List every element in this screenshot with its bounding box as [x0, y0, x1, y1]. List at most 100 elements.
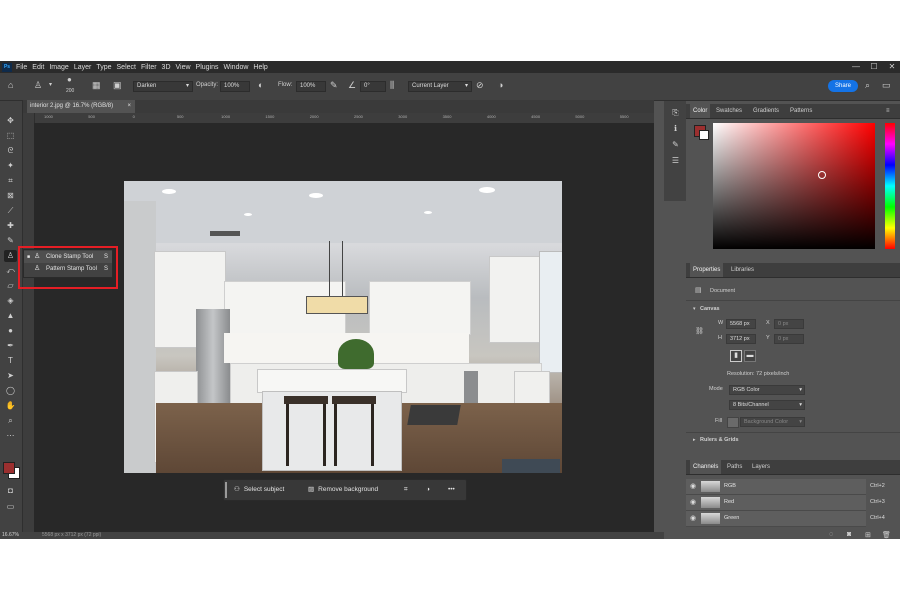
hue-slider[interactable] [885, 123, 895, 249]
maximize-button[interactable]: ☐ [866, 61, 882, 73]
chevron-down-icon[interactable]: ▾ [693, 306, 696, 312]
clone-stamp-tool-icon[interactable]: ♙ [4, 250, 17, 262]
channel-row-red[interactable]: ◉ Red Ctrl+3 [686, 495, 885, 511]
magic-wand-tool-icon[interactable]: ✦ [4, 160, 17, 172]
tab-patterns[interactable]: Patterns [790, 104, 812, 118]
tab-swatches[interactable]: Swatches [716, 104, 742, 118]
load-selection-icon[interactable]: ◌ [829, 531, 833, 538]
tab-layers[interactable]: Layers [752, 460, 770, 474]
marquee-tool-icon[interactable]: ⬚ [4, 130, 17, 142]
flow-field[interactable]: 100% [296, 81, 326, 92]
fill-color-swatch[interactable] [727, 417, 739, 428]
transform-icon[interactable]: ⌗ [404, 484, 414, 495]
select-subject-button[interactable]: ⚇ Select subject [234, 484, 298, 495]
menu-filter[interactable]: Filter [141, 64, 157, 71]
workspace-icon[interactable]: ▭ [882, 80, 891, 90]
color-mode-select[interactable]: RGB Color ▾ [729, 385, 805, 395]
width-field[interactable]: 5568 px [726, 319, 756, 329]
opacity-field[interactable]: 100% [220, 81, 250, 92]
channel-row-rgb[interactable]: ◉ RGB Ctrl+2 [686, 479, 885, 495]
tab-libraries[interactable]: Libraries [731, 263, 754, 277]
menu-window[interactable]: Window [224, 64, 249, 71]
background-swatch[interactable] [699, 130, 709, 140]
portrait-orientation-icon[interactable]: ▮ [730, 350, 742, 362]
pen-tool-icon[interactable]: ✒ [4, 340, 17, 352]
eye-icon[interactable]: ◉ [690, 514, 696, 522]
history-panel-icon[interactable]: ⎘ [669, 107, 682, 119]
healing-brush-tool-icon[interactable]: ✚ [4, 220, 17, 232]
link-icon[interactable]: ⛓ [695, 327, 704, 335]
airbrush-icon[interactable]: ✎ [330, 80, 338, 90]
clone-source-icon[interactable]: ▣ [113, 80, 122, 90]
close-window-button[interactable]: ✕ [884, 61, 900, 73]
search-icon[interactable]: ⌕ [865, 80, 870, 90]
paint-bucket-tool-icon[interactable]: ◈ [4, 295, 17, 307]
chevron-down-icon[interactable]: ▾ [49, 80, 52, 90]
properties-panel-icon[interactable]: ℹ [669, 123, 682, 135]
channel-row-green[interactable]: ◉ Green Ctrl+4 [686, 511, 885, 527]
brush-tool-icon[interactable]: ✎ [4, 235, 17, 247]
landscape-orientation-icon[interactable]: ▬ [744, 350, 756, 362]
adjustment-icon[interactable]: ◑ [426, 484, 436, 495]
brush-settings-icon[interactable]: ▦ [92, 80, 101, 90]
pressure-size-icon[interactable]: ◑ [498, 80, 503, 90]
menu-layer[interactable]: Layer [74, 64, 92, 71]
blur-tool-icon[interactable]: ▲ [4, 310, 17, 322]
crop-tool-icon[interactable]: ⌗ [4, 175, 17, 187]
remove-background-button[interactable]: ▨ Remove background [308, 484, 394, 495]
tab-color[interactable]: Color [690, 104, 711, 118]
color-picker-cursor[interactable] [818, 171, 826, 179]
angle-field[interactable]: 0° [360, 81, 386, 92]
menu-plugins[interactable]: Plugins [196, 64, 219, 71]
sample-select[interactable]: Current Layer ▾ [408, 81, 472, 92]
bit-depth-select[interactable]: 8 Bits/Channel ▾ [729, 400, 805, 410]
eyedropper-tool-icon[interactable]: ⟋ [4, 205, 17, 217]
panel-menu-icon[interactable]: ≡ [886, 104, 890, 118]
document-tab[interactable]: interior 2.jpg @ 16.7% (RGB/8) × [27, 100, 135, 113]
minimize-button[interactable]: — [848, 61, 864, 73]
lasso-tool-icon[interactable]: ᘓ [4, 145, 17, 157]
dodge-tool-icon[interactable]: ● [4, 325, 17, 337]
more-options-icon[interactable]: ••• [448, 484, 460, 495]
menu-3d[interactable]: 3D [162, 64, 171, 71]
x-field[interactable]: 0 px [774, 319, 804, 329]
foreground-color-chip[interactable] [3, 462, 15, 474]
adjustments-panel-icon[interactable]: ☰ [669, 155, 682, 167]
type-tool-icon[interactable]: T [4, 355, 17, 367]
clone-stamp-preset-icon[interactable]: ♙ [34, 80, 42, 90]
blend-mode-select[interactable]: Darken ▾ [133, 81, 193, 92]
y-field[interactable]: 0 px [774, 334, 804, 344]
tab-properties[interactable]: Properties [690, 263, 724, 277]
path-selection-tool-icon[interactable]: ➤ [4, 370, 17, 382]
home-icon[interactable]: ⌂ [8, 80, 13, 90]
tab-paths[interactable]: Paths [727, 460, 742, 474]
tab-gradients[interactable]: Gradients [753, 104, 779, 118]
eye-icon[interactable]: ◉ [690, 482, 696, 490]
zoom-level[interactable]: 16.67% [2, 532, 19, 538]
share-button[interactable]: Share [828, 80, 858, 92]
canvas-area[interactable]: ⚇ Select subject ▨ Remove background ⌗ ◑ •… [34, 123, 654, 539]
brush-tip-icon[interactable]: ● [67, 75, 72, 85]
pressure-opacity-icon[interactable]: ◐ [258, 80, 263, 90]
menu-type[interactable]: Type [96, 64, 111, 71]
screen-mode-icon[interactable]: ▭ [4, 501, 17, 513]
move-tool-icon[interactable]: ✥ [4, 115, 17, 127]
drag-handle[interactable] [225, 482, 227, 498]
ignore-adjustment-icon[interactable]: ⊘ [476, 80, 484, 90]
quick-mask-icon[interactable]: ◘ [4, 485, 17, 497]
height-field[interactable]: 3712 px [726, 334, 756, 344]
color-picker-field[interactable] [713, 123, 875, 249]
menu-image[interactable]: Image [49, 64, 68, 71]
save-selection-icon[interactable]: ◙ [847, 531, 851, 538]
menu-select[interactable]: Select [117, 64, 136, 71]
tab-channels[interactable]: Channels [690, 460, 722, 474]
brush-panel-icon[interactable]: ✎ [669, 139, 682, 151]
more-tools-icon[interactable]: ⋯ [4, 430, 17, 442]
new-channel-icon[interactable]: ⊞ [865, 531, 871, 539]
chevron-right-icon[interactable]: ▸ [693, 437, 696, 443]
hand-tool-icon[interactable]: ✋ [4, 400, 17, 412]
zoom-tool-icon[interactable]: ⌕ [4, 415, 17, 427]
history-brush-tool-icon[interactable]: ⤺ [4, 265, 17, 277]
rulers-grids-section-title[interactable]: Rulers & Grids [700, 437, 739, 443]
frame-tool-icon[interactable]: ⊠ [4, 190, 17, 202]
